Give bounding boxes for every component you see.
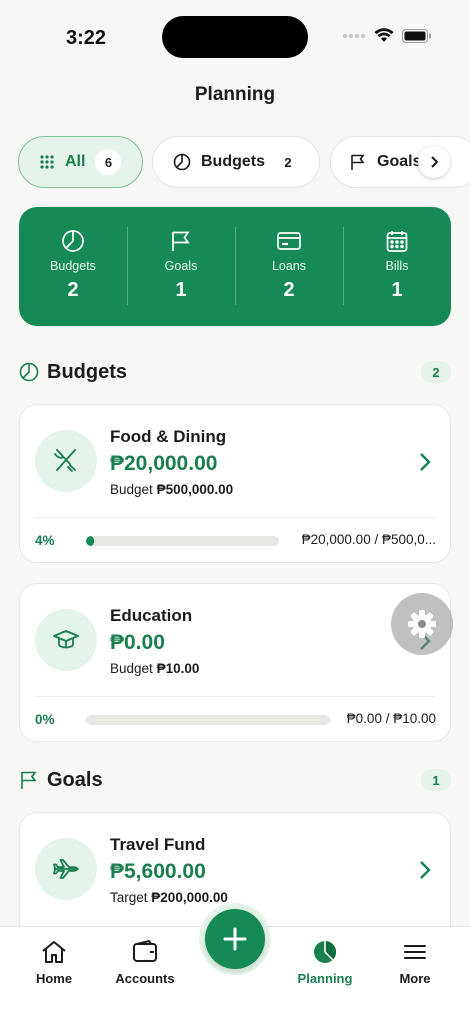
tab-label: Planning [297,971,353,986]
card-name: Food & Dining [110,427,227,446]
card-icon [277,232,301,250]
pie-chart-icon [173,153,191,171]
card-sub: Target ₱200,000.00 [110,890,228,905]
card-icon-circle [35,609,97,671]
chevron-right-icon [420,453,431,471]
summary-card: Budgets 2 Goals 1 Loans 2 Bills 1 [19,207,451,326]
summary-label: Loans [271,259,307,273]
tab-planning[interactable]: Planning [280,939,370,986]
summary-loans[interactable]: Loans 2 [235,207,343,326]
tab-accounts[interactable]: Accounts [100,939,190,986]
flag-icon [21,771,37,789]
budget-card-education[interactable]: Education ₱0.00 Budget ₱10.00 0% ₱0.00 /… [19,583,451,742]
chip-goals-label: Goals [377,153,422,170]
section-title: Budgets [47,360,127,383]
menu-icon [404,945,426,959]
budgets-section-header: Budgets 2 [19,357,451,387]
goals-section-header: Goals 1 [19,765,451,795]
home-icon [42,941,66,963]
chip-all-count: 6 [95,149,122,175]
progress-percent: 4% [35,533,55,548]
add-button[interactable] [205,909,265,969]
section-count-badge: 2 [421,361,451,383]
airplane-icon [53,859,79,879]
chips-scroll-right-button[interactable] [418,146,450,178]
progress-bar [86,536,279,546]
card-sub: Budget ₱500,000.00 [110,482,233,497]
status-bar: 3:22 [0,0,470,70]
gear-icon [408,610,436,638]
summary-value: 2 [283,279,295,301]
wallet-icon [133,939,157,962]
card-amount: ₱20,000.00 [110,452,218,475]
chevron-right-icon [431,156,439,168]
dynamic-island [162,16,308,58]
budget-card-food-dining[interactable]: Food & Dining ₱20,000.00 Budget ₱500,000… [19,404,451,563]
card-sub-value: ₱500,000.00 [156,482,234,497]
card-amount: ₱0.00 [110,631,165,654]
signal-icon [342,33,366,38]
card-sub-label: Budget [110,661,153,676]
progress-percent: 0% [35,712,55,727]
summary-label: Bills [385,259,409,273]
plus-icon [223,927,247,951]
calendar-icon [386,231,408,252]
divider [35,696,435,697]
card-icon-circle [35,430,97,492]
pie-chart-icon [314,940,337,963]
chip-all-label: All [65,153,86,170]
flag-icon [351,154,365,170]
tab-label: More [399,971,431,986]
chip-budgets[interactable]: Budgets 2 [152,136,320,188]
card-icon-circle [35,838,97,900]
tab-label: Home [35,971,73,986]
card-name: Education [110,606,193,625]
card-sub-label: Budget [110,482,153,497]
chip-budgets-count: 2 [284,154,292,170]
tab-more[interactable]: More [370,939,460,986]
card-amount: ₱5,600.00 [110,860,206,883]
battery-icon [402,28,431,43]
chevron-right-icon [420,861,431,879]
summary-label: Goals [164,259,198,273]
pie-chart-icon [19,362,39,382]
card-sub-value: ₱200,000.00 [151,890,228,905]
status-icons [342,28,432,43]
summary-label: Budgets [50,259,96,273]
status-time: 3:22 [66,27,107,49]
filter-chips: All 6 Budgets 2 Goals [18,136,470,188]
fork-knife-icon [54,449,76,472]
flag-icon [172,231,190,251]
grid-icon [40,155,54,169]
summary-goals[interactable]: Goals 1 [127,207,235,326]
progress-ratio: ₱20,000.00 / ₱500,0... [301,532,436,547]
card-sub-label: Target [110,890,148,905]
progress-ratio: ₱0.00 / ₱10.00 [346,711,436,726]
pie-chart-icon [62,230,84,252]
summary-value: 1 [175,279,187,301]
progress-fill [86,536,94,546]
chip-budgets-label: Budgets [201,153,265,170]
summary-bills[interactable]: Bills 1 [343,207,451,326]
wifi-icon [374,28,394,42]
summary-value: 2 [67,279,79,301]
section-count-badge: 1 [421,769,451,791]
tab-home[interactable]: Home [9,939,99,986]
graduation-cap-icon [53,630,79,649]
settings-floating-button[interactable] [391,593,453,655]
page-title: Planning [194,84,276,105]
card-name: Travel Fund [110,835,206,854]
section-title: Goals [47,768,103,791]
summary-budgets[interactable]: Budgets 2 [19,207,127,326]
tab-label: Accounts [115,971,175,986]
card-sub: Budget ₱10.00 [110,661,199,676]
progress-bar [86,715,330,725]
summary-value: 1 [391,279,403,301]
chip-all[interactable]: All 6 [18,136,143,188]
divider [35,517,435,518]
card-sub-value: ₱10.00 [156,661,200,676]
